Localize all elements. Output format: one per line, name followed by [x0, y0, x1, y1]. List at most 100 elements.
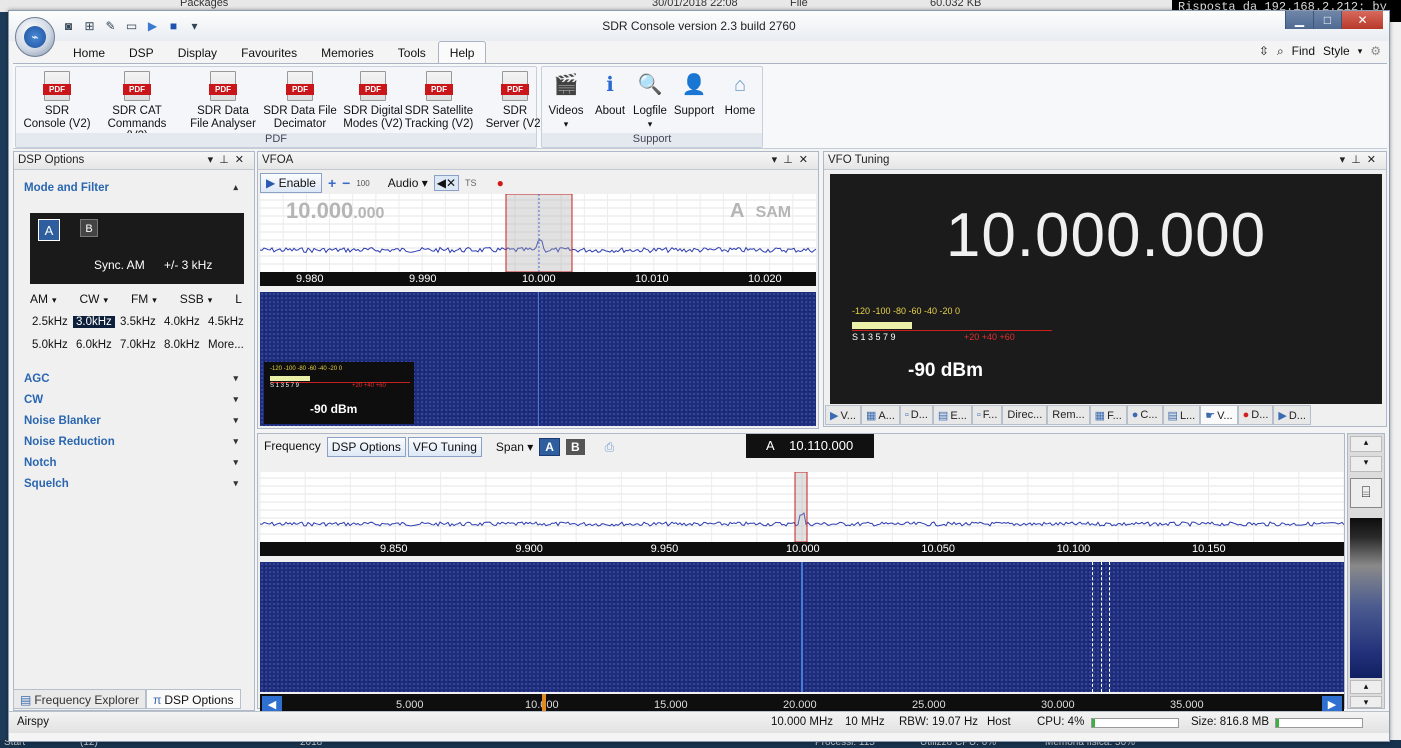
bandwidth-4[interactable]: 4.5kHz: [208, 316, 244, 328]
scroll-down-button[interactable]: ▾: [1350, 456, 1382, 472]
mode-ssb[interactable]: SSB ▾: [180, 292, 213, 306]
support-button-videos[interactable]: 🎬 Videos ▾: [544, 71, 588, 130]
vfo-tab-9[interactable]: ▤ L...: [1162, 405, 1201, 425]
section-mode-and-filter[interactable]: Mode and Filter ▴: [22, 180, 244, 198]
bottom-tab-dsp-options[interactable]: π DSP Options: [146, 689, 241, 709]
panel-controls[interactable]: ▾⊥✕: [1340, 153, 1382, 166]
vfoa-waterfall[interactable]: -120 -100 -80 -60 -40 -20 0 S 1 3 5 7 9 …: [260, 292, 816, 426]
vfo-tab-1[interactable]: ▦ A...: [860, 405, 900, 425]
vfo-b-button[interactable]: B: [80, 219, 98, 237]
bottom-tab-frequency-explorer[interactable]: ▤ Frequency Explorer: [13, 689, 147, 709]
network-icon[interactable]: ⊞: [82, 19, 97, 33]
vfo-tab-8[interactable]: ● C...: [1126, 405, 1163, 425]
folder-icon[interactable]: ▭: [124, 19, 139, 33]
bandwidth-8[interactable]: 8.0kHz: [164, 339, 200, 351]
vfo-tab-2[interactable]: ▫ D...: [899, 405, 933, 425]
bandwidth-3[interactable]: 4.0kHz: [164, 316, 200, 328]
step-label[interactable]: 100: [356, 179, 369, 188]
vfo-b-select[interactable]: B: [565, 439, 585, 455]
pdf-button-1[interactable]: SDR CATCommands (V2): [102, 71, 172, 143]
pdf-button-5[interactable]: SDR SatelliteTracking (V2): [404, 71, 474, 130]
mode-am[interactable]: AM ▾: [30, 292, 57, 306]
camera-icon[interactable]: ◙: [61, 19, 76, 33]
bandwidth-0[interactable]: 2.5kHz: [32, 316, 68, 328]
dropdown-icon[interactable]: ▾: [187, 19, 202, 33]
mute-speaker-icon[interactable]: ◀✕: [433, 175, 460, 191]
span-dropdown[interactable]: Span ▾: [496, 440, 533, 454]
minimize-button[interactable]: ▁: [1285, 11, 1313, 29]
section-cw[interactable]: CW ▾: [22, 392, 244, 410]
level-up-button[interactable]: ▴: [1350, 680, 1382, 694]
pdf-button-6[interactable]: SDRServer (V2): [480, 71, 550, 130]
minus-icon[interactable]: −: [342, 175, 350, 191]
support-button-home[interactable]: ⌂ Home: [718, 71, 762, 118]
squelch-icon[interactable]: TS: [465, 178, 477, 188]
main-tab-frequency[interactable]: Frequency: [260, 437, 325, 457]
panel-controls[interactable]: ▾⊥✕: [772, 153, 814, 166]
section-agc[interactable]: AGC ▾: [22, 371, 244, 389]
play-icon[interactable]: ▶: [145, 19, 160, 33]
maximize-button[interactable]: □: [1313, 11, 1341, 29]
bandwidth-6[interactable]: 6.0kHz: [76, 339, 112, 351]
bandwidth-2[interactable]: 3.5kHz: [120, 316, 156, 328]
scroll-updown-icon[interactable]: ⇳: [1259, 44, 1269, 58]
bandwidth-1[interactable]: 3.0kHz: [73, 316, 115, 328]
support-button-support[interactable]: 👤 Support: [672, 71, 716, 118]
close-button[interactable]: ✕: [1341, 11, 1383, 29]
tab-home[interactable]: Home: [61, 41, 117, 63]
main-spectrum[interactable]: [260, 472, 1344, 542]
bandwidth-9[interactable]: More...: [208, 339, 244, 351]
style-button[interactable]: Style: [1323, 44, 1350, 58]
vfo-tab-12[interactable]: ▶ D...: [1273, 405, 1311, 425]
vfo-tab-3[interactable]: ▤ E...: [932, 405, 972, 425]
pdf-button-0[interactable]: SDRConsole (V2): [22, 71, 92, 130]
waterfall-level-slider[interactable]: [1350, 518, 1382, 678]
vfo-a-button[interactable]: A: [38, 219, 60, 241]
bandwidth-7[interactable]: 7.0kHz: [120, 339, 156, 351]
mode-cw[interactable]: CW ▾: [79, 292, 108, 306]
pdf-button-2[interactable]: SDR DataFile Analyser: [188, 71, 258, 130]
enable-button[interactable]: ▶ Enable: [260, 173, 322, 193]
printer-icon[interactable]: ⎙: [605, 440, 615, 455]
mode-fm[interactable]: FM ▾: [131, 292, 157, 306]
application-orb-button[interactable]: ⌁: [15, 17, 55, 57]
section-noise-reduction[interactable]: Noise Reduction ▾: [22, 434, 244, 452]
vfo-tab-11[interactable]: ● D...: [1237, 405, 1274, 425]
vfo-tab-0[interactable]: ▶ V...: [825, 405, 861, 425]
vfo-tab-10[interactable]: ☛ V...: [1200, 405, 1238, 425]
section-noise-blanker[interactable]: Noise Blanker ▾: [22, 413, 244, 431]
plus-icon[interactable]: +: [328, 175, 336, 191]
tab-help[interactable]: Help: [437, 41, 487, 63]
vfo-tuning-display[interactable]: 10.000.000 -120 -100 -80 -60 -40 -20 0 S…: [830, 174, 1382, 404]
main-waterfall[interactable]: [260, 562, 1344, 692]
gear-icon[interactable]: ⚙: [1370, 44, 1381, 58]
vfo-tab-7[interactable]: ▦ F...: [1089, 405, 1127, 425]
tab-dsp[interactable]: DSP: [117, 41, 166, 63]
spectrum-settings-icon[interactable]: ⌸: [1350, 478, 1382, 508]
vfoa-spectrum[interactable]: 10.000.000 A SAM: [260, 194, 816, 272]
tab-display[interactable]: Display: [166, 41, 229, 63]
pdf-button-4[interactable]: SDR DigitalModes (V2): [338, 71, 408, 130]
record-icon[interactable]: ●: [497, 176, 504, 190]
vfo-b-marker[interactable]: [1092, 562, 1110, 692]
vfo-tab-5[interactable]: Direc...: [1002, 405, 1048, 425]
chevron-down-icon[interactable]: ▾: [1358, 46, 1363, 57]
audio-dropdown[interactable]: Audio ▾: [388, 176, 428, 190]
pencil-icon[interactable]: ✎: [103, 19, 118, 33]
support-button-about[interactable]: ℹ About: [588, 71, 632, 118]
tab-tools[interactable]: Tools: [386, 41, 438, 63]
tab-favourites[interactable]: Favourites: [229, 41, 309, 63]
panel-controls[interactable]: ▾⊥✕: [208, 153, 250, 166]
vfo-tab-4[interactable]: ▫ F...: [971, 405, 1003, 425]
main-tab-vfo-tuning[interactable]: VFO Tuning: [407, 437, 482, 457]
search-icon[interactable]: ⌕: [1277, 44, 1284, 59]
level-down-button[interactable]: ▾: [1350, 696, 1382, 708]
find-button[interactable]: Find: [1292, 44, 1315, 58]
main-tab-dsp-options[interactable]: DSP Options: [326, 437, 406, 457]
vfo-tab-6[interactable]: Rem...: [1047, 405, 1090, 425]
scroll-up-button[interactable]: ▴: [1350, 436, 1382, 452]
pdf-button-3[interactable]: SDR Data FileDecimator: [262, 71, 338, 130]
stop-icon[interactable]: ■: [166, 19, 181, 33]
bandwidth-5[interactable]: 5.0kHz: [32, 339, 68, 351]
vfo-tuning-frequency[interactable]: 10.000.000: [830, 200, 1382, 271]
